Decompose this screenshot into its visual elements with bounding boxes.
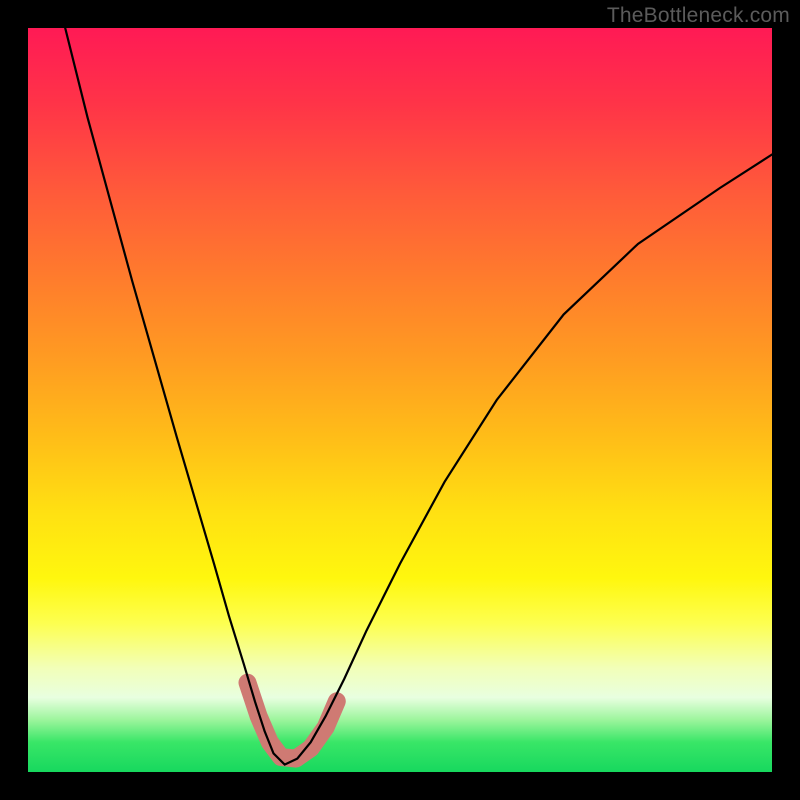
watermark-text: TheBottleneck.com [607,4,790,28]
outer-frame: TheBottleneck.com [0,0,800,800]
chart-svg [28,28,772,772]
plot-area [28,28,772,772]
curve-path [65,28,772,765]
